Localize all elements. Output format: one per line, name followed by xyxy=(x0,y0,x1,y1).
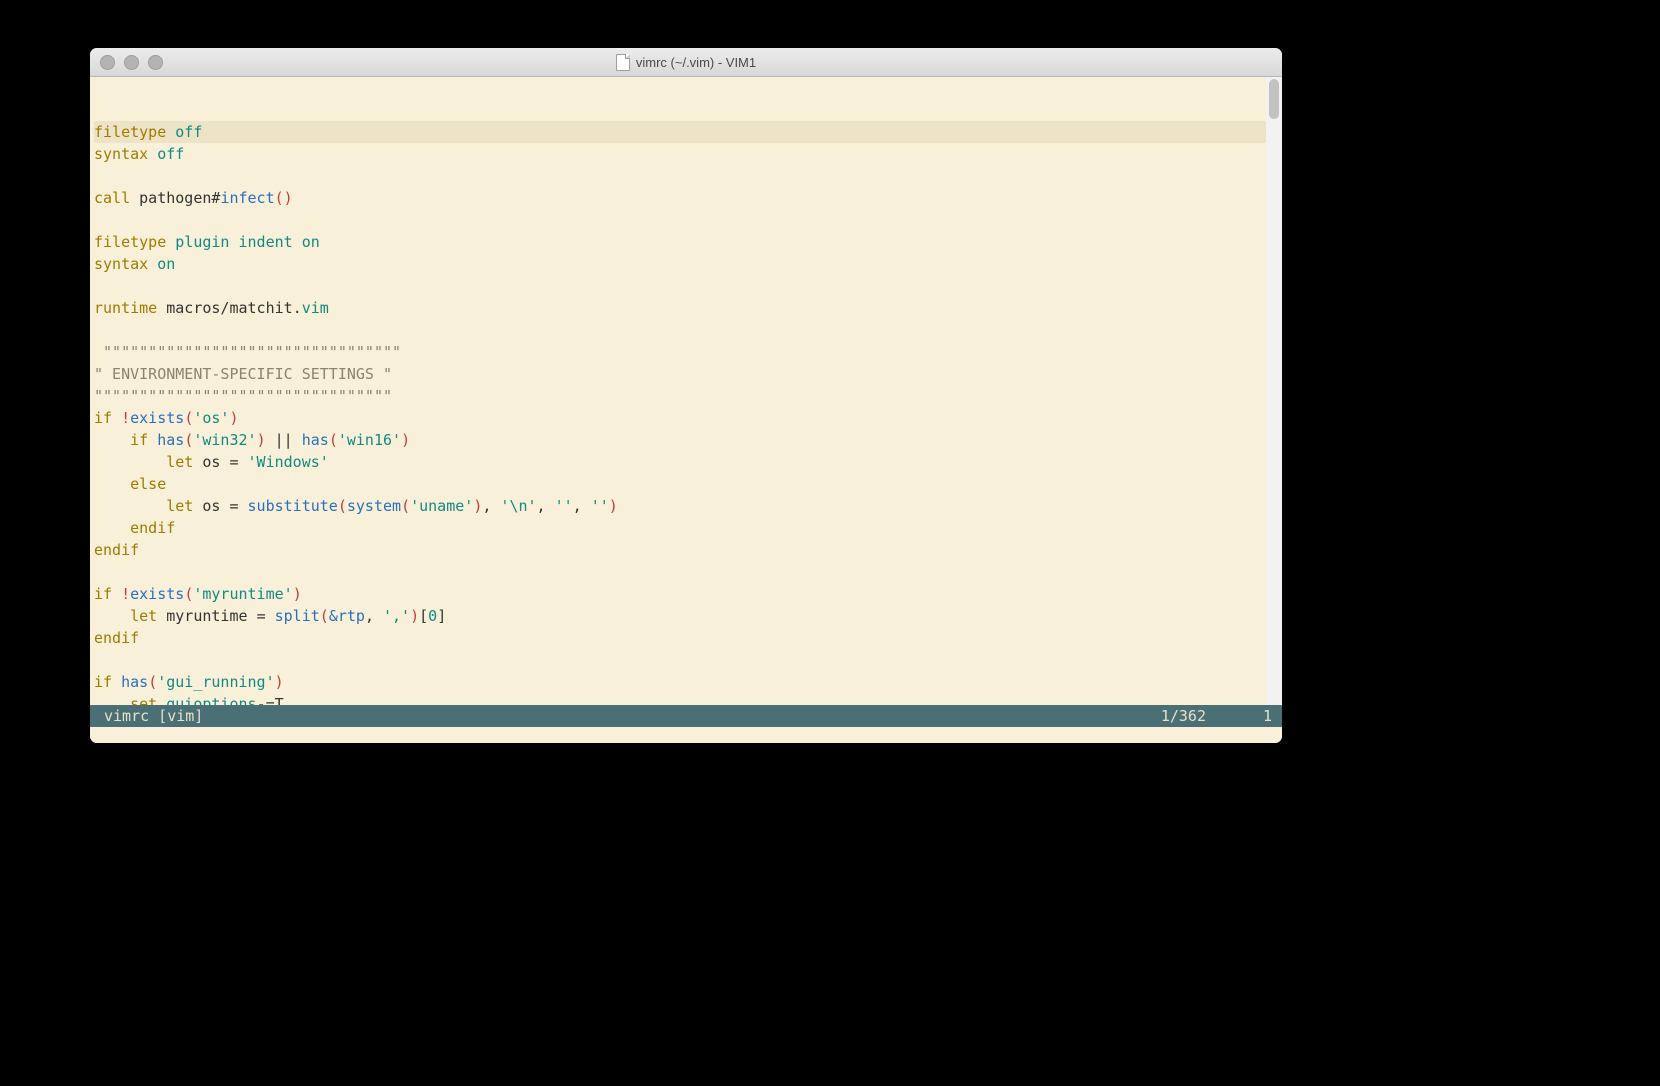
code-line: let myruntime = split(&rtp, ',')[0] xyxy=(94,605,1266,627)
code-area: filetype offsyntax off call pathogen#inf… xyxy=(90,121,1266,705)
statusbar: vimrc [vim] 1/362 1 xyxy=(90,705,1282,727)
code-line: let os = 'Windows' xyxy=(94,451,1266,473)
blank-line xyxy=(94,275,1266,297)
zoom-icon[interactable] xyxy=(148,55,163,70)
status-col: 1 xyxy=(1212,705,1278,727)
comment-line: """"""""""""""""""""""""""""""""" xyxy=(94,385,1266,407)
code-line: set guioptions-=T xyxy=(94,693,1266,705)
code-line: runtime macros/matchit.vim xyxy=(94,297,1266,319)
window-title: vimrc (~/.vim) - VIM1 xyxy=(636,55,756,70)
editor[interactable]: filetype offsyntax off call pathogen#inf… xyxy=(90,77,1266,705)
code-line: if !exists('myruntime') xyxy=(94,583,1266,605)
code-line: if !exists('os') xyxy=(94,407,1266,429)
code-line: endif xyxy=(94,627,1266,649)
app-window: vimrc (~/.vim) - VIM1 filetype offsyntax… xyxy=(90,48,1282,743)
comment-line: " ENVIRONMENT-SPECIFIC SETTINGS " xyxy=(94,363,1266,385)
editor-wrap: filetype offsyntax off call pathogen#inf… xyxy=(90,77,1282,705)
code-line: call pathogen#infect() xyxy=(94,187,1266,209)
code-line: filetype plugin indent on xyxy=(94,231,1266,253)
code-line: endif xyxy=(94,517,1266,539)
code-line: if has('win32') || has('win16') xyxy=(94,429,1266,451)
blank-line xyxy=(94,209,1266,231)
command-line[interactable] xyxy=(90,727,1282,743)
blank-line xyxy=(94,319,1266,341)
titlebar[interactable]: vimrc (~/.vim) - VIM1 xyxy=(90,48,1282,77)
comment-line: """"""""""""""""""""""""""""""""" xyxy=(94,341,1266,363)
status-filename: vimrc [vim] xyxy=(94,705,203,727)
file-icon xyxy=(616,54,630,71)
blank-line xyxy=(94,561,1266,583)
code-line: syntax on xyxy=(94,253,1266,275)
blank-line xyxy=(94,649,1266,671)
code-line: else xyxy=(94,473,1266,495)
scroll-thumb[interactable] xyxy=(1269,79,1279,119)
scrollbar[interactable] xyxy=(1266,77,1282,705)
status-line-count: 1/362 xyxy=(1161,705,1212,727)
blank-line xyxy=(94,165,1266,187)
close-icon[interactable] xyxy=(100,55,115,70)
code-line: let os = substitute(system('uname'), '\n… xyxy=(94,495,1266,517)
code-line: endif xyxy=(94,539,1266,561)
window-title-group: vimrc (~/.vim) - VIM1 xyxy=(90,54,1282,71)
code-line: syntax off xyxy=(94,143,1266,165)
code-line: filetype off xyxy=(94,121,1266,143)
code-line: if has('gui_running') xyxy=(94,671,1266,693)
window-controls xyxy=(90,55,163,70)
minimize-icon[interactable] xyxy=(124,55,139,70)
